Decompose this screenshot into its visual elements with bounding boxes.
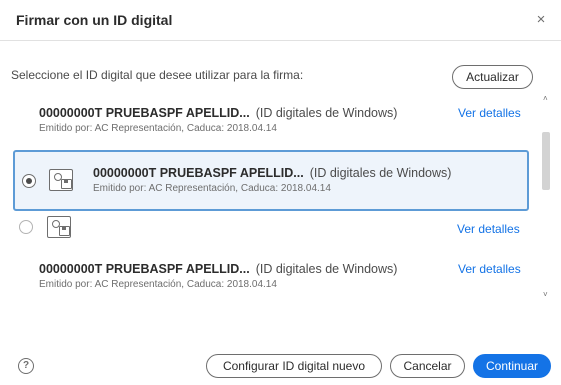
scroll-down-icon[interactable]: ˅ <box>543 290 548 299</box>
scroll-up-icon[interactable]: ˄ <box>543 94 548 103</box>
cert-name: 00000000T PRUEBASPF APELLID... <box>39 262 250 276</box>
certificate-icon <box>47 216 71 238</box>
digital-id-row[interactable]: 00000000T PRUEBASPF APELLID... (ID digita… <box>0 256 540 296</box>
cert-issued: Emitido por: AC Representación, Caduca: … <box>39 123 277 134</box>
cert-name-line: 00000000T PRUEBASPF APELLID... (ID digita… <box>39 262 397 276</box>
digital-id-row[interactable]: 00000000T PRUEBASPF APELLID... (ID digita… <box>0 100 540 146</box>
view-details-link[interactable]: Ver detalles <box>458 106 521 120</box>
digital-id-list: 00000000T PRUEBASPF APELLID... (ID digita… <box>0 94 540 304</box>
cert-name: 00000000T PRUEBASPF APELLID... <box>39 106 250 120</box>
list-scrollbar[interactable]: ˄ ˅ <box>540 94 552 304</box>
title-bar: Firmar con un ID digital × <box>0 0 561 41</box>
help-icon[interactable]: ? <box>18 358 34 374</box>
cancel-button[interactable]: Cancelar <box>390 354 465 378</box>
disk-shape <box>59 226 70 236</box>
cert-name-line: 00000000T PRUEBASPF APELLID... (ID digita… <box>93 166 451 180</box>
view-details-link[interactable]: Ver detalles <box>458 262 521 276</box>
continue-button[interactable]: Continuar <box>473 354 551 378</box>
refresh-button[interactable]: Actualizar <box>452 65 533 89</box>
cert-issued: Emitido por: AC Representación, Caduca: … <box>93 183 331 194</box>
cert-issued: Emitido por: AC Representación, Caduca: … <box>39 279 277 290</box>
certificate-icon <box>49 169 73 191</box>
cert-name-line: 00000000T PRUEBASPF APELLID... (ID digita… <box>39 106 397 120</box>
configure-new-id-button[interactable]: Configurar ID digital nuevo <box>206 354 382 378</box>
close-icon[interactable]: × <box>531 10 551 30</box>
sign-digital-id-dialog: Firmar con un ID digital × Seleccione el… <box>0 0 561 385</box>
select-prompt: Seleccione el ID digital que desee utili… <box>11 68 304 82</box>
cert-name: 00000000T PRUEBASPF APELLID... <box>93 166 304 180</box>
cert-type: (ID digitales de Windows) <box>255 262 398 276</box>
cert-type: (ID digitales de Windows) <box>255 106 398 120</box>
dialog-title: Firmar con un ID digital <box>16 12 173 28</box>
digital-id-row[interactable]: Ver detalles <box>0 214 540 248</box>
cert-type: (ID digitales de Windows) <box>309 166 452 180</box>
radio-unselected[interactable] <box>19 220 33 234</box>
disk-shape <box>61 179 72 189</box>
digital-id-row-selected[interactable]: 00000000T PRUEBASPF APELLID... (ID digita… <box>13 150 529 211</box>
view-details-link[interactable]: Ver detalles <box>457 222 520 236</box>
radio-selected[interactable] <box>22 174 36 188</box>
scroll-thumb[interactable] <box>542 132 550 190</box>
